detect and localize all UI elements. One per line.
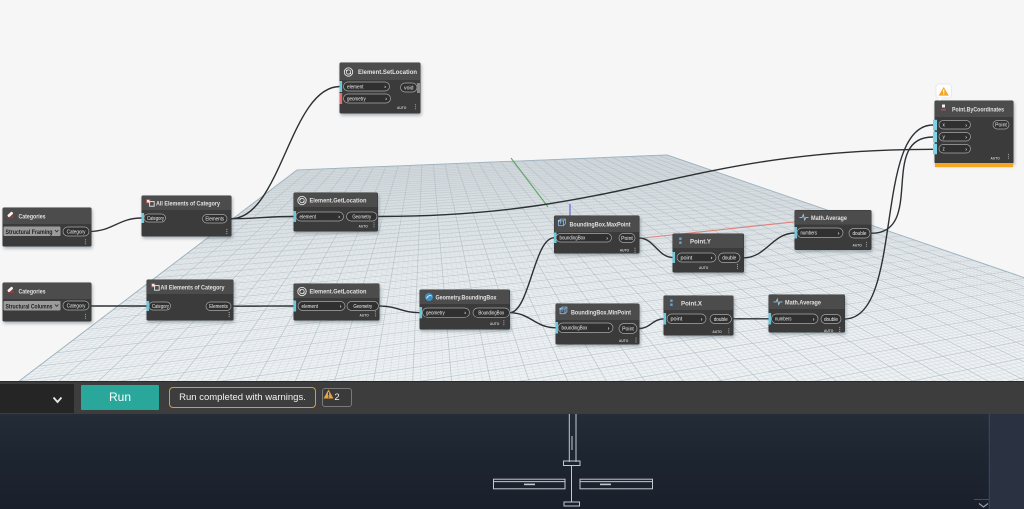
svg-text:boundingBox: boundingBox [562,326,588,332]
svg-text:Category: Category [152,304,169,310]
svg-text:AUTO: AUTO [490,321,499,326]
svg-text:›: › [701,317,703,323]
svg-text:›: › [464,311,466,317]
svg-text:Element.GetLocation: Element.GetLocation [310,197,367,204]
svg-text:element: element [347,84,364,90]
svg-text:Structural Framing: Structural Framing [6,230,53,236]
svg-text:numbers: numbers [801,231,818,237]
svg-text:Elements: Elements [209,304,228,310]
svg-text:Point: Point [621,236,633,242]
svg-text:AUTO: AUTO [991,155,1000,160]
svg-text:double: double [852,231,866,237]
svg-text:Point.Y: Point.Y [690,238,712,245]
svg-text:Geometry: Geometry [352,214,371,220]
svg-text:Categories: Categories [19,288,46,295]
svg-text:AUTO: AUTO [360,312,369,317]
svg-text:AUTO: AUTO [620,247,629,252]
svg-text:›: › [711,256,713,262]
svg-text:double: double [824,317,838,323]
svg-text:AUTO: AUTO [397,105,406,110]
svg-text:Structural Columns: Structural Columns [6,304,54,310]
svg-text:element: element [302,304,319,310]
svg-text:Point: Point [995,123,1007,129]
svg-text:Category: Category [67,229,86,235]
svg-text:numbers: numbers [775,317,792,323]
svg-text:boundingBox: boundingBox [560,236,586,242]
svg-text:Element.SetLocation: Element.SetLocation [358,69,417,76]
svg-text:element: element [300,214,317,220]
svg-text:All Elements of Category: All Elements of Category [156,200,220,207]
svg-text:Point.ByCoordinates: Point.ByCoordinates [952,106,1004,113]
svg-text:Geometry: Geometry [353,304,372,310]
svg-text:›: › [340,304,342,310]
svg-text:Category: Category [147,216,164,222]
svg-text:›: › [338,215,340,221]
svg-text:AUTO: AUTO [853,243,862,248]
svg-text:Element.GetLocation: Element.GetLocation [310,288,367,295]
svg-text:point: point [681,255,693,261]
svg-text:AUTO: AUTO [712,329,721,334]
svg-text:BoundingBox.MinPoint: BoundingBox.MinPoint [571,309,632,316]
svg-text:›: › [813,317,815,323]
svg-text:geometry: geometry [426,311,445,317]
svg-text:Math.Average: Math.Average [785,299,821,306]
svg-text:Category: Category [67,303,86,309]
svg-text:›: › [965,123,967,129]
svg-text:›: › [385,97,387,103]
svg-text:AUTO: AUTO [824,328,833,333]
svg-text:AUTO: AUTO [699,265,708,270]
svg-text:AUTO: AUTO [359,223,368,228]
svg-text:Point.X: Point.X [681,300,703,307]
svg-text:All Elements of Category: All Elements of Category [161,284,225,291]
svg-text:Categories: Categories [19,213,46,220]
svg-text:›: › [965,147,967,153]
svg-text:Elements: Elements [205,217,224,223]
svg-text:Math.Average: Math.Average [811,215,847,222]
svg-text:void: void [404,85,414,91]
svg-text:›: › [384,85,386,91]
svg-text:Point: Point [622,326,634,332]
svg-text:BoundingBox.MaxPoint: BoundingBox.MaxPoint [570,221,632,228]
svg-text:double: double [722,256,736,262]
svg-text:›: › [965,135,967,141]
svg-text:AUTO: AUTO [619,338,628,343]
svg-text:›: › [608,326,610,332]
svg-text:Geometry.BoundingBox: Geometry.BoundingBox [436,294,497,301]
svg-text:geometry: geometry [347,96,366,102]
svg-text:double: double [714,317,728,323]
svg-text:point: point [671,317,683,323]
svg-text:›: › [606,236,608,242]
svg-text:›: › [838,231,840,237]
svg-text:BoundingBox: BoundingBox [478,311,504,317]
